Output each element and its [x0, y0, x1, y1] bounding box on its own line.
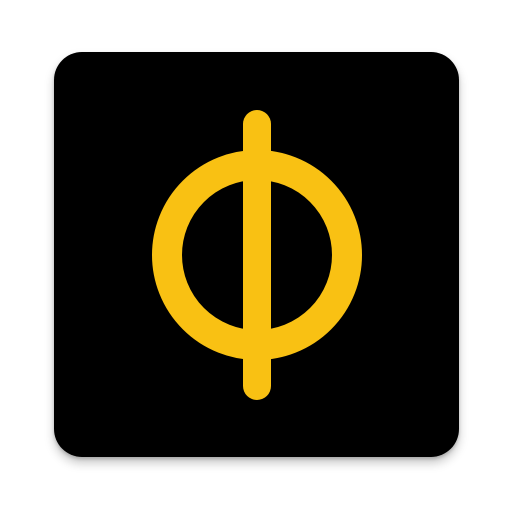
- phi-symbol-icon: [54, 52, 459, 457]
- app-icon-canvas: [0, 0, 512, 512]
- app-icon[interactable]: [54, 52, 459, 457]
